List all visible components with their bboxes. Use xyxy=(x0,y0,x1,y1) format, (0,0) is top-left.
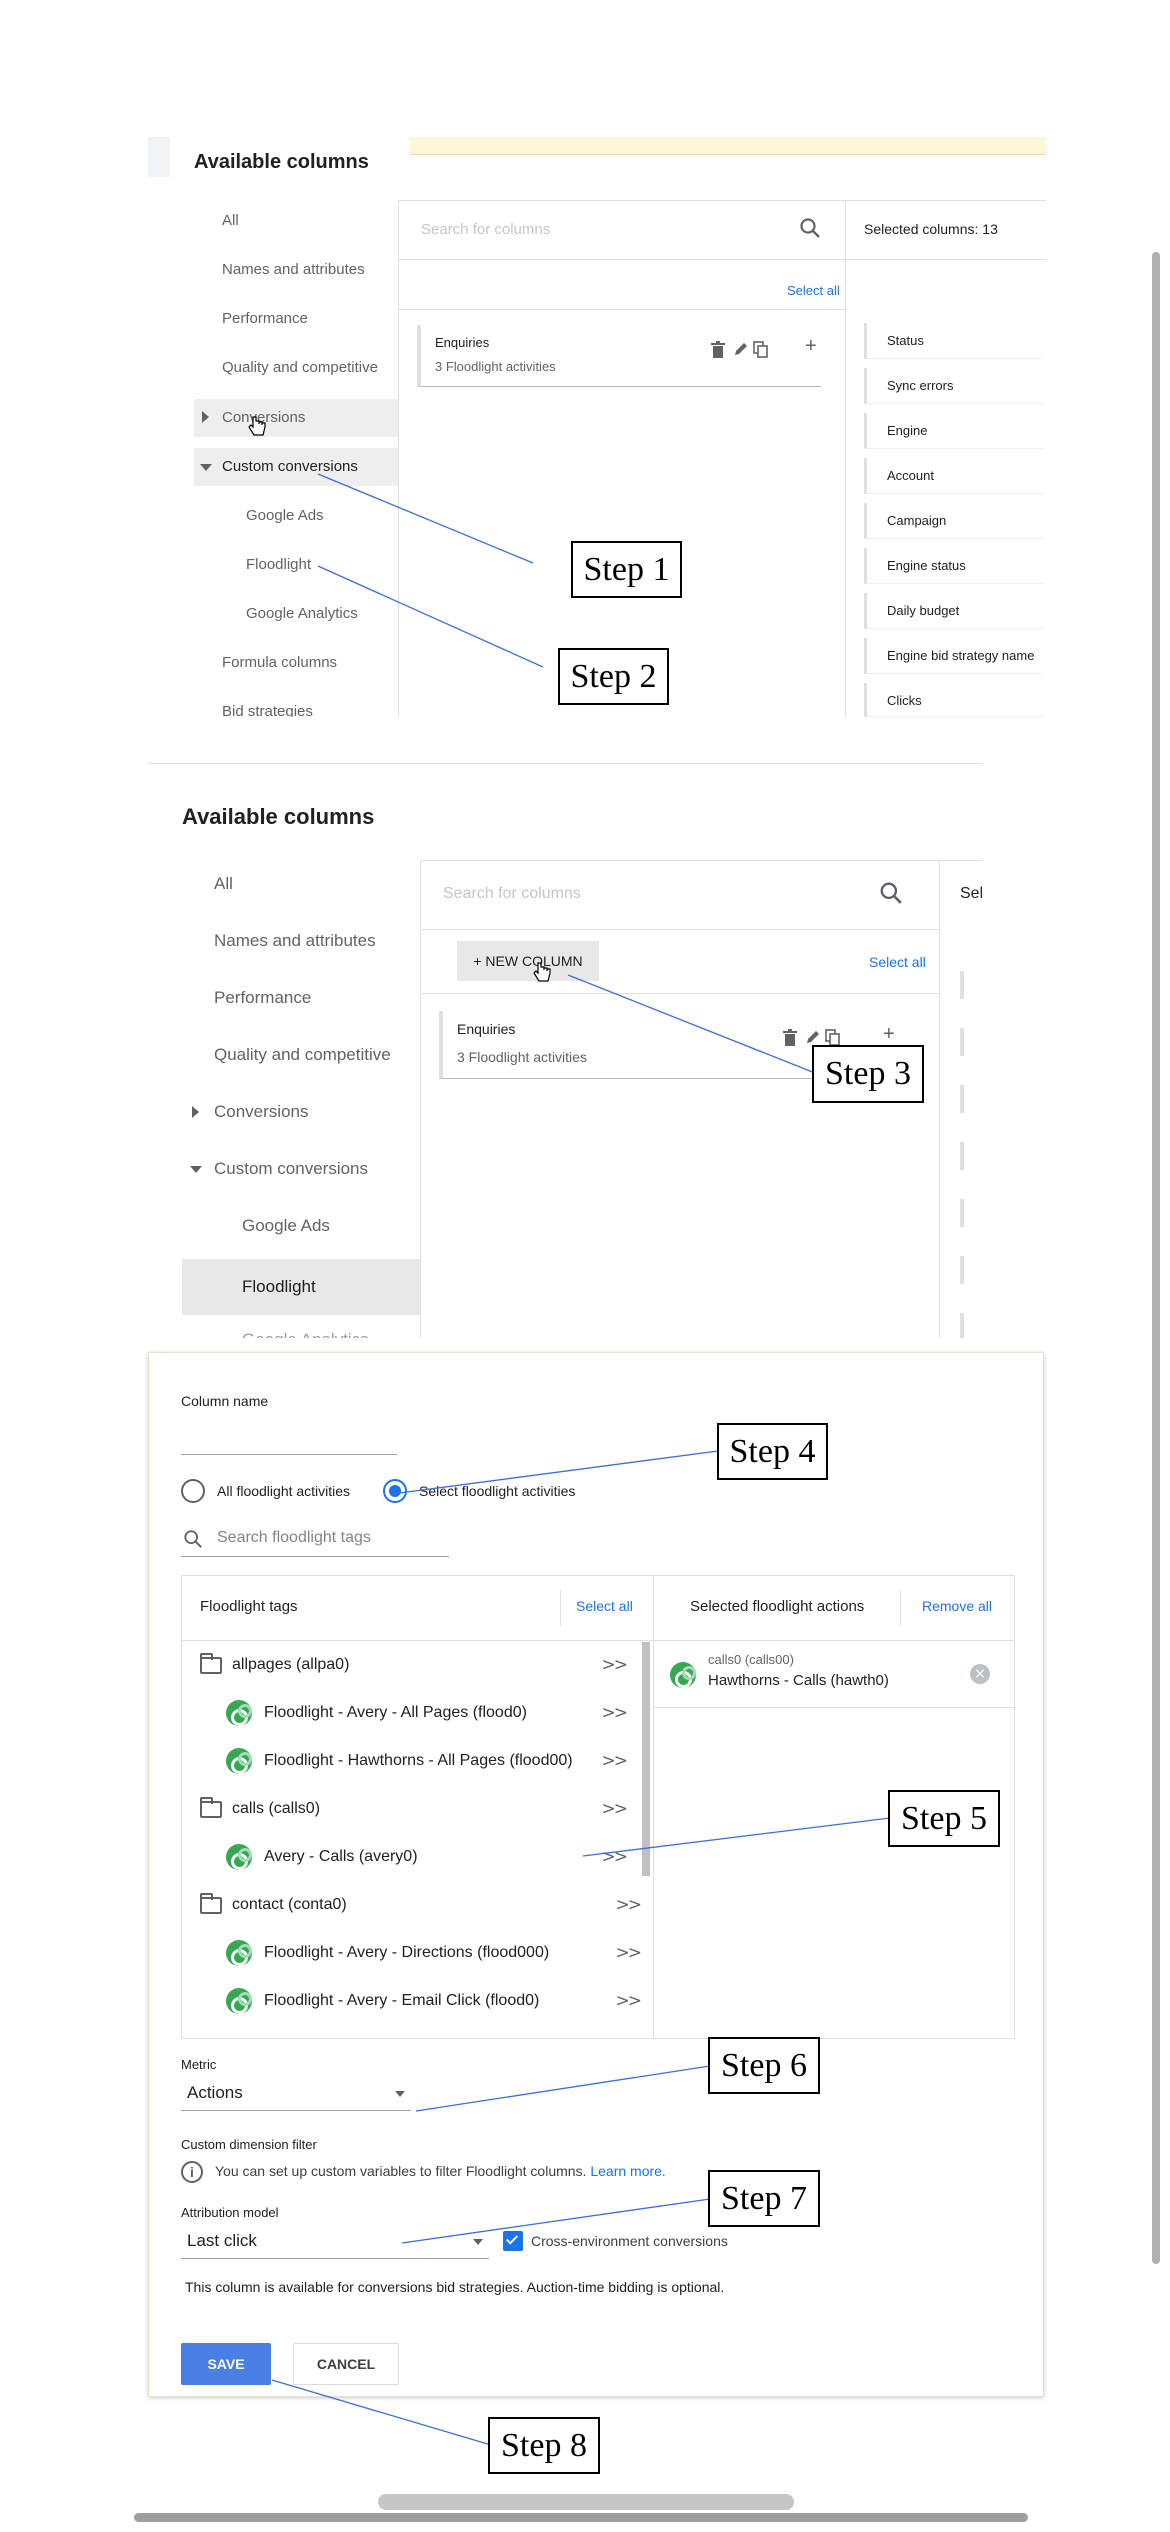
vertical-scrollbar[interactable] xyxy=(1152,252,1160,2264)
step-6-label: Step 6 xyxy=(708,2037,820,2094)
step-1-label: Step 1 xyxy=(571,541,682,598)
step-7-label: Step 7 xyxy=(708,2170,820,2227)
step-3-label: Step 3 xyxy=(812,1045,924,1103)
step-4-label: Step 4 xyxy=(717,1423,828,1480)
annotation-lines xyxy=(271,473,891,2446)
horizontal-scrollbar-thumb[interactable] xyxy=(378,2494,794,2510)
horizontal-scrollbar-track xyxy=(134,2513,1028,2522)
step-5-label: Step 5 xyxy=(888,1790,1000,1847)
step-2-label: Step 2 xyxy=(558,648,669,705)
step-8-label: Step 8 xyxy=(488,2417,600,2474)
